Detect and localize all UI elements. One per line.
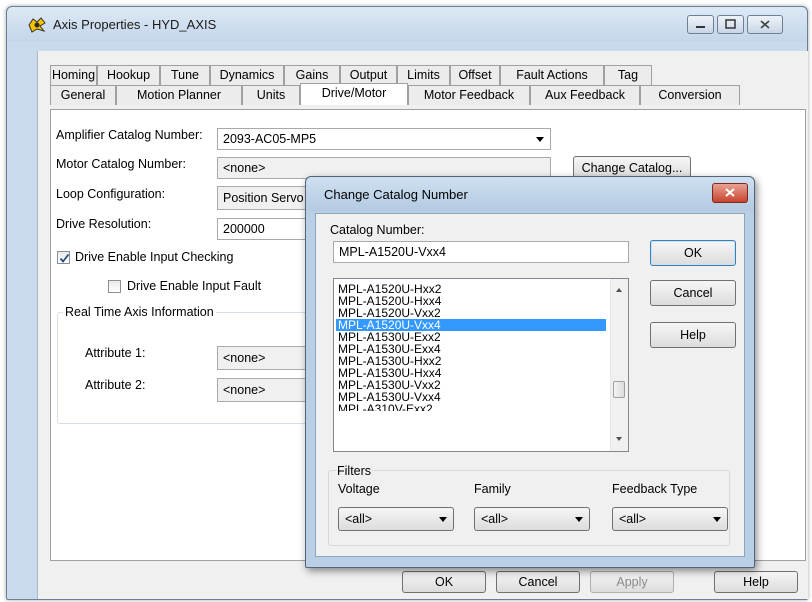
realtime-axis-group-title: Real Time Axis Information [63, 305, 216, 319]
amplifier-catalog-value: 2093-AC05-MP5 [223, 132, 317, 146]
tab-hookup[interactable]: Hookup [97, 65, 160, 85]
amplifier-catalog-label: Amplifier Catalog Number: [56, 128, 203, 142]
amplifier-catalog-select[interactable]: 2093-AC05-MP5 [217, 128, 551, 150]
catalog-number-input[interactable]: MPL-A1520U-Vxx4 [333, 241, 629, 263]
family-select[interactable]: <all> [474, 507, 590, 531]
tab-units[interactable]: Units [242, 85, 300, 105]
catalog-number-label: Catalog Number: [330, 223, 425, 237]
checkmark-icon [59, 253, 70, 263]
apply-button[interactable]: Apply [590, 571, 674, 593]
dialog-help-button[interactable]: Help [650, 322, 736, 348]
tab-aux-feedback[interactable]: Aux Feedback [530, 85, 640, 105]
tab-drive-motor[interactable]: Drive/Motor [300, 83, 408, 105]
catalog-listbox[interactable]: MPL-A1520U-Hxx2 MPL-A1520U-Hxx4 MPL-A152… [333, 278, 629, 452]
title-bar: Axis Properties - HYD_AXIS [7, 7, 807, 41]
tab-motion-planner[interactable]: Motion Planner [116, 85, 242, 105]
tab-tag[interactable]: Tag [604, 65, 652, 85]
chevron-down-icon [439, 517, 447, 522]
dialog-title-bar: Change Catalog Number [306, 177, 754, 211]
attribute1-label: Attribute 1: [85, 346, 146, 360]
chevron-down-icon [536, 137, 544, 142]
drive-resolution-label: Drive Resolution: [56, 217, 152, 231]
dialog-ok-button[interactable]: OK [650, 240, 736, 266]
drive-enable-fault-label: Drive Enable Input Fault [127, 279, 262, 293]
attribute2-label: Attribute 2: [85, 378, 146, 392]
motor-catalog-label: Motor Catalog Number: [56, 157, 186, 171]
cancel-button[interactable]: Cancel [496, 571, 580, 593]
tab-homing[interactable]: Homing [50, 65, 97, 85]
filters-group-title: Filters [336, 464, 373, 478]
voltage-label: Voltage [338, 482, 380, 496]
tab-conversion[interactable]: Conversion [640, 85, 740, 105]
chevron-down-icon [713, 517, 721, 522]
drive-enable-fault-checkbox[interactable] [108, 280, 121, 293]
close-icon [725, 188, 735, 197]
tab-tune[interactable]: Tune [160, 65, 210, 85]
gear-axis-icon [28, 17, 46, 33]
minimize-button[interactable] [687, 15, 714, 34]
voltage-value: <all> [345, 512, 373, 526]
drive-enable-checking-checkbox[interactable] [57, 251, 70, 264]
tab-general[interactable]: General [50, 85, 116, 105]
family-value: <all> [481, 512, 509, 526]
ok-button[interactable]: OK [402, 571, 486, 593]
tab-fault-actions[interactable]: Fault Actions [500, 65, 604, 85]
scroll-up-icon[interactable] [616, 288, 622, 292]
family-label: Family [474, 482, 511, 496]
feedback-type-select[interactable]: <all> [612, 507, 728, 531]
close-button[interactable] [747, 15, 783, 34]
maximize-icon [725, 19, 736, 29]
dialog-close-button[interactable] [712, 183, 748, 203]
chevron-down-icon [575, 517, 583, 522]
list-item[interactable]: MPL-A1530U-Vxx4 [336, 391, 606, 403]
window-title: Axis Properties - HYD_AXIS [53, 17, 217, 32]
dialog-body: Catalog Number: MPL-A1520U-Vxx4 MPL-A152… [315, 213, 745, 557]
feedback-type-value: <all> [619, 512, 647, 526]
voltage-select[interactable]: <all> [338, 507, 454, 531]
feedback-type-label: Feedback Type [612, 482, 698, 496]
tab-output[interactable]: Output [340, 65, 397, 85]
tab-gains[interactable]: Gains [284, 65, 340, 85]
tab-motor-feedback[interactable]: Motor Feedback [408, 85, 530, 105]
tab-offset[interactable]: Offset [450, 65, 500, 85]
close-icon [760, 20, 770, 29]
dialog-cancel-button[interactable]: Cancel [650, 280, 736, 306]
tab-limits[interactable]: Limits [397, 65, 450, 85]
maximize-button[interactable] [717, 15, 744, 34]
list-item[interactable]: MPL-A310V-Exx2 [336, 403, 606, 411]
minimize-icon [696, 26, 705, 28]
change-catalog-dialog: Change Catalog Number Catalog Number: MP… [305, 176, 755, 568]
help-button[interactable]: Help [714, 571, 798, 593]
scroll-down-icon[interactable] [616, 437, 622, 441]
scroll-thumb[interactable] [613, 381, 625, 398]
loop-configuration-label: Loop Configuration: [56, 187, 166, 201]
drive-enable-checking-label: Drive Enable Input Checking [75, 250, 234, 264]
tab-dynamics[interactable]: Dynamics [210, 65, 284, 85]
listbox-scrollbar[interactable] [610, 279, 628, 451]
dialog-title: Change Catalog Number [324, 187, 468, 202]
